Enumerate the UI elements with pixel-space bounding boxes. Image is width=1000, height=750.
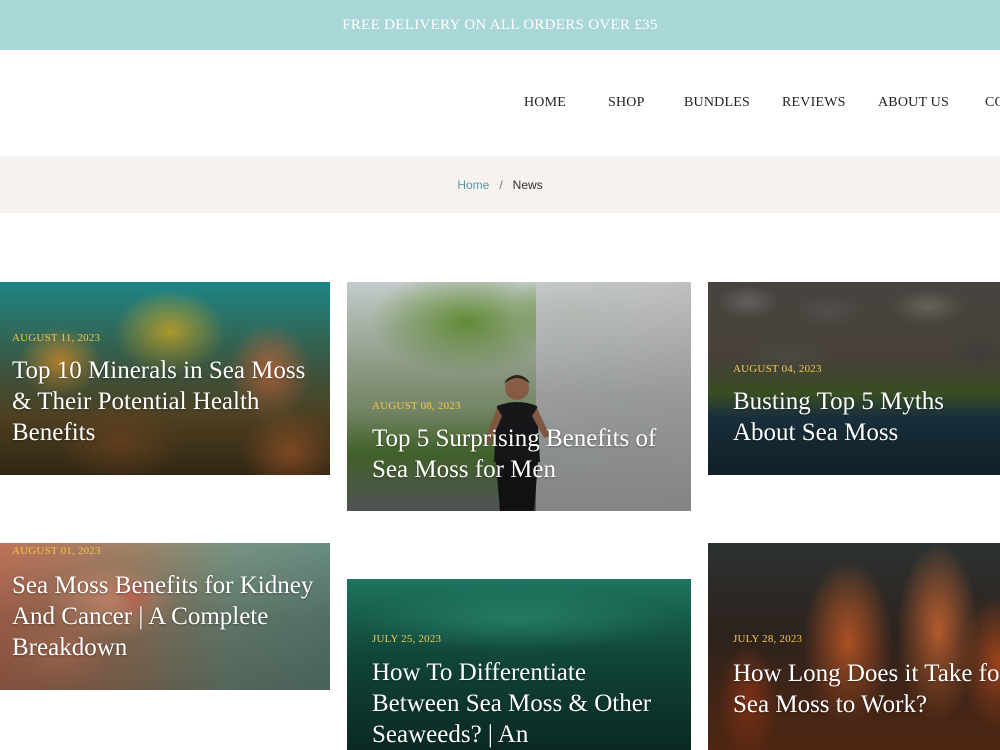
breadcrumb-current: News [512,177,543,192]
article-card[interactable]: AUGUST 11, 2023 Top 10 Minerals in Sea M… [0,282,330,475]
nav-bundles[interactable]: BUNDLES [684,95,750,111]
announcement-bar: FREE DELIVERY ON ALL ORDERS OVER £35 [0,0,1000,50]
article-card[interactable]: AUGUST 01, 2023 Sea Moss Benefits for Ki… [0,543,330,690]
article-date: JULY 28, 2023 [733,633,803,645]
article-title[interactable]: Top 10 Minerals in Sea Moss & Their Pote… [12,355,312,448]
article-title[interactable]: Busting Top 5 Myths About Sea Moss [733,386,993,448]
article-card[interactable]: JULY 25, 2023 How To Differentiate Betwe… [347,579,691,750]
article-title[interactable]: How To Differentiate Between Sea Moss & … [372,657,672,750]
article-date: AUGUST 04, 2023 [733,363,822,375]
site-header: HOME SHOP BUNDLES REVIEWS ABOUT US CO [0,50,1000,156]
article-card[interactable]: AUGUST 04, 2023 Busting Top 5 Myths Abou… [708,282,1000,475]
article-title[interactable]: Sea Moss Benefits for Kidney And Cancer … [12,570,322,663]
article-date: AUGUST 08, 2023 [372,400,461,412]
article-title[interactable]: How Long Does it Take for Sea Moss to Wo… [733,658,1000,720]
article-card[interactable]: JULY 28, 2023 How Long Does it Take for … [708,543,1000,750]
nav-reviews[interactable]: REVIEWS [782,95,846,111]
nav-shop[interactable]: SHOP [608,95,645,111]
breadcrumb-separator: / [499,177,503,192]
nav-about-us[interactable]: ABOUT US [878,95,949,111]
nav-contact[interactable]: CO [985,95,1000,111]
article-card[interactable]: AUGUST 08, 2023 Top 5 Surprising Benefit… [347,282,691,511]
main-nav: HOME SHOP BUNDLES REVIEWS ABOUT US CO [0,95,1000,111]
article-title[interactable]: Top 5 Surprising Benefits of Sea Moss fo… [372,423,672,485]
nav-home[interactable]: HOME [524,95,566,111]
breadcrumb-home-link[interactable]: Home [457,178,489,192]
breadcrumb: Home / News [0,156,1000,213]
announcement-text: FREE DELIVERY ON ALL ORDERS OVER £35 [342,16,658,33]
article-date: AUGUST 01, 2023 [12,545,101,557]
article-date: JULY 25, 2023 [372,633,442,645]
article-date: AUGUST 11, 2023 [12,332,101,344]
